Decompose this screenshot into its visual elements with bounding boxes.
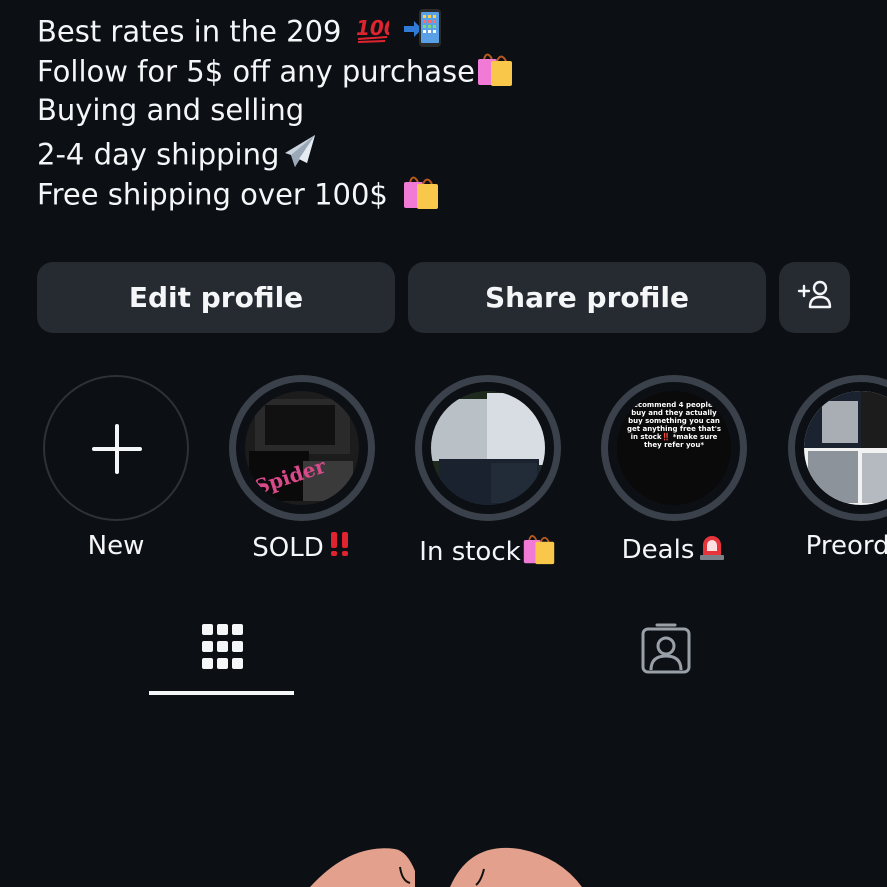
edit-profile-button[interactable]: Edit profile: [37, 262, 395, 333]
plus-icon: [92, 424, 142, 474]
grid-icon: [202, 624, 243, 669]
bio-line: Free shipping over 100$: [37, 172, 515, 213]
active-tab-indicator: [149, 691, 294, 695]
highlight-label-text: SOLD: [252, 532, 324, 563]
bio-line: Best rates in the 209 100: [37, 8, 515, 49]
post-thumbnail-partial[interactable]: [300, 845, 600, 887]
highlight-cover: Spider: [229, 375, 375, 521]
deals-cover-image: I recommend 4 people to buy and they act…: [617, 391, 731, 505]
highlight-deals[interactable]: I recommend 4 people to buy and they act…: [601, 375, 747, 568]
highlight-label: Preorder: [805, 531, 887, 561]
bio-line: 2-4 day shipping: [37, 131, 515, 172]
highlight-label: SOLD: [229, 531, 375, 564]
deals-cover-text: I recommend 4 people to buy and they act…: [624, 401, 724, 449]
tagged-person-icon: [641, 623, 691, 674]
highlight-sold[interactable]: Spider SOLD: [229, 375, 375, 564]
highlight-label-text: Deals: [621, 534, 695, 565]
highlight-cover: I recommend 4 people to buy and they act…: [601, 375, 747, 521]
share-profile-button[interactable]: Share profile: [408, 262, 766, 333]
tab-tagged[interactable]: [640, 620, 692, 680]
tab-grid[interactable]: [200, 620, 244, 678]
highlight-preorder[interactable]: Preorder: [788, 375, 887, 561]
bio-line-text: Free shipping over 100$: [37, 177, 388, 212]
highlight-label: New: [87, 531, 145, 561]
preorder-cover-image: [804, 391, 887, 505]
highlight-label-text: In stock: [419, 536, 521, 567]
profile-page: Best rates in the 209 100: [0, 0, 887, 887]
double-exclamation-icon: [328, 531, 352, 564]
highlight-in-stock[interactable]: In stock: [415, 375, 561, 572]
shopping-bags-icon: [401, 172, 441, 221]
bio-line: Buying and selling: [37, 90, 515, 131]
bio: Best rates in the 209 100: [37, 8, 515, 213]
highlight-new[interactable]: New: [43, 375, 189, 561]
highlight-cover: [415, 375, 561, 521]
bio-line-text: Best rates in the 209: [37, 14, 342, 49]
sold-cover-image: Spider: [245, 391, 359, 505]
bio-line-text: 2-4 day shipping: [37, 137, 280, 172]
share-profile-label: Share profile: [485, 281, 689, 314]
rotating-light-icon: [698, 531, 726, 568]
edit-profile-label: Edit profile: [128, 281, 304, 314]
bio-line-text: Follow for 5$ off any purchase: [37, 54, 475, 89]
discover-people-button[interactable]: [779, 262, 850, 333]
in-stock-cover-image: [431, 391, 545, 505]
highlight-label: In stock: [415, 531, 561, 572]
highlight-cover: [788, 375, 887, 521]
bio-line-text: Buying and selling: [37, 93, 305, 127]
hundred-points-icon: 100: [355, 13, 398, 54]
new-highlight-circle: [43, 375, 189, 521]
highlight-label: Deals: [601, 531, 747, 568]
shopping-bags-icon: [475, 49, 515, 98]
add-person-icon: [797, 279, 833, 316]
shopping-bags-icon: [521, 531, 557, 572]
bio-line: Follow for 5$ off any purchase: [37, 49, 515, 90]
